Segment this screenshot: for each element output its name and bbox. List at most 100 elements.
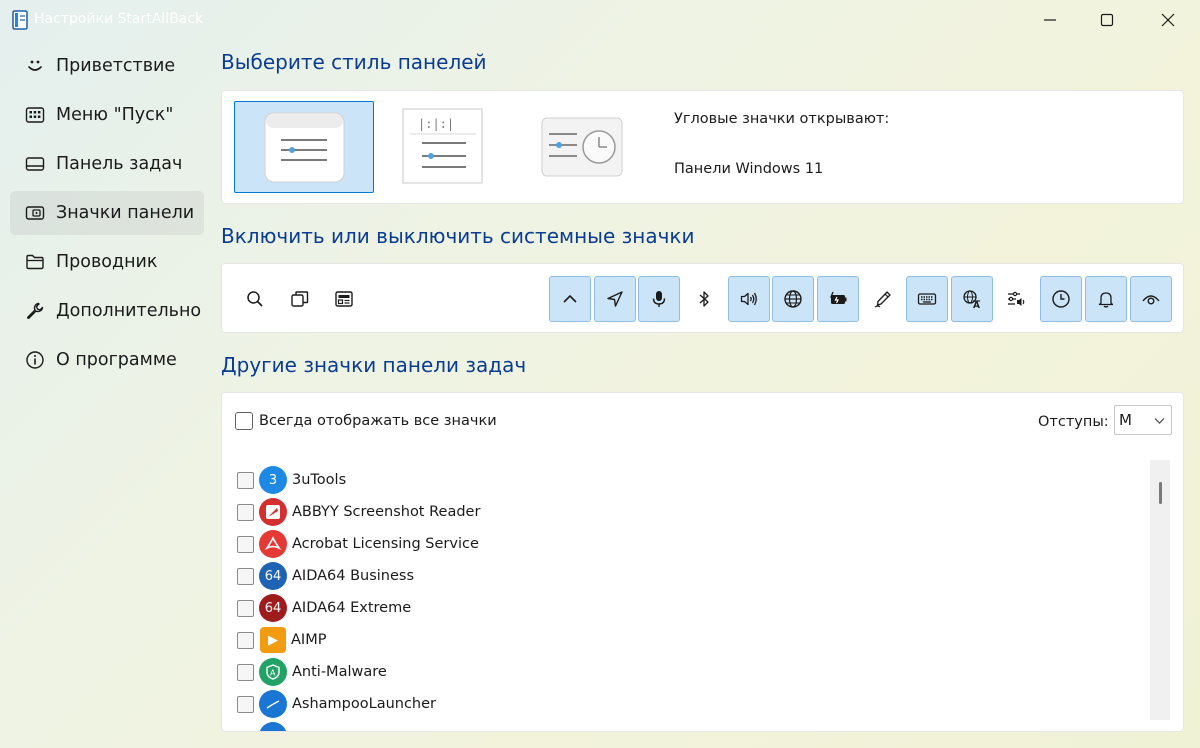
sidebar-item-tray-icons[interactable]: Значки панели [10, 191, 204, 235]
list-item: ABBYY Screenshot Reader [237, 496, 1137, 528]
win7-panel-preview-icon: |:|:| [402, 108, 483, 184]
app-icon-list: 3 3uTools ABBYY Screenshot Reader Acroba… [237, 464, 1137, 731]
minimize-icon [1044, 19, 1056, 21]
app-name: AIDA64 Business [292, 568, 415, 584]
app-name: AshampooLauncher [292, 696, 437, 712]
microphone-icon[interactable] [638, 276, 680, 322]
sidebar-item-label: Дополнительно [56, 301, 202, 321]
app-checkbox[interactable] [237, 471, 254, 489]
list-item: ▶ AIMP [237, 624, 1137, 656]
pen-icon[interactable] [862, 276, 904, 322]
corner-icons-value[interactable]: Панели Windows 11 [674, 161, 823, 177]
folder-icon [24, 251, 46, 273]
eye-icon[interactable] [1130, 276, 1172, 322]
maximize-icon [1100, 13, 1114, 27]
audio-settings-icon[interactable] [995, 276, 1037, 322]
sidebar-item-start-menu[interactable]: Меню "Пуск" [10, 93, 204, 137]
app-name: Acrobat Licensing Service [292, 536, 479, 552]
abbyy-screenshot-icon [259, 498, 287, 526]
always-show-label: Всегда отображать все значки [259, 413, 497, 429]
maximize-button[interactable] [1084, 0, 1130, 40]
win11-panel-preview-icon [264, 112, 345, 183]
sidebar-item-about[interactable]: О программе [10, 338, 204, 382]
other-icons-card: Всегда отображать все значки Отступы: M … [221, 392, 1184, 732]
panel-style-option-win7[interactable]: |:|:| [392, 101, 532, 193]
system-icons-title: Включить или выключить системные значки [221, 224, 695, 248]
sidebar-item-label: О программе [56, 350, 177, 370]
app-checkbox[interactable] [237, 599, 254, 617]
aida64-business-icon: 64 [259, 562, 287, 590]
bell-icon[interactable] [1085, 276, 1127, 322]
volume-icon[interactable] [728, 276, 770, 322]
chevron-up-icon[interactable] [549, 276, 591, 322]
wrench-icon [24, 300, 46, 322]
sidebar-nav: Приветствие Меню "Пуск" Панель задач Зна… [10, 44, 204, 387]
sidebar-item-taskbar[interactable]: Панель задач [10, 142, 204, 186]
sidebar-item-label: Значки панели [56, 203, 195, 223]
language-icon[interactable]: A [951, 276, 993, 322]
clock-icon[interactable] [1040, 276, 1082, 322]
app-name: AIMP [291, 632, 327, 648]
sidebar-item-welcome[interactable]: Приветствие [10, 44, 204, 88]
indent-select[interactable]: M [1114, 405, 1172, 435]
scrollbar-thumb[interactable] [1159, 482, 1162, 504]
app-checkbox[interactable] [237, 567, 254, 585]
app-checkbox[interactable] [237, 695, 254, 713]
app-name: 3uTools [292, 472, 347, 488]
sidebar-item-label: Меню "Пуск" [56, 105, 174, 125]
widgets-icon[interactable] [323, 276, 365, 322]
indent-select-value: M [1119, 411, 1132, 429]
network-globe-icon[interactable] [772, 276, 814, 322]
list-item: AshampooLauncher [237, 688, 1137, 720]
list-scrollbar[interactable] [1150, 460, 1170, 720]
start-menu-icon [24, 104, 46, 126]
app-checkbox[interactable] [237, 631, 254, 649]
list-item: 3 3uTools [237, 464, 1137, 496]
always-show-all-toggle[interactable]: Всегда отображать все значки [235, 412, 497, 430]
always-show-checkbox[interactable] [235, 412, 253, 430]
svg-text:A: A [973, 301, 980, 309]
list-item: Acrobat Licensing Service [237, 528, 1137, 560]
minimize-button[interactable] [1027, 0, 1073, 40]
close-button[interactable] [1145, 0, 1191, 40]
sidebar-item-label: Приветствие [56, 56, 176, 76]
battery-charging-icon[interactable] [817, 276, 859, 322]
list-item: 64 AIDA64 Extreme [237, 592, 1137, 624]
win10-panel-preview-icon [541, 117, 623, 177]
anti-malware-icon: A [259, 658, 287, 686]
close-icon [1161, 13, 1175, 27]
smiley-icon [24, 55, 46, 77]
panel-style-option-win10[interactable] [532, 101, 672, 193]
aimp-icon: ▶ [260, 627, 286, 653]
svg-text:A: A [270, 669, 276, 678]
panel-style-option-win11[interactable] [234, 101, 374, 193]
app-checkbox[interactable] [237, 503, 254, 521]
system-icons-card: A [221, 263, 1184, 333]
app-name: Anti-Malware [292, 664, 387, 680]
bluetooth-icon[interactable] [683, 276, 725, 322]
sidebar-item-label: Панель задач [56, 154, 183, 174]
keyboard-icon[interactable] [906, 276, 948, 322]
ashampoo-launcher-icon [259, 690, 287, 718]
chevron-down-icon [1154, 418, 1165, 424]
window-title: Настройки StartAllBack [34, 11, 204, 27]
list-item [237, 720, 1137, 731]
indent-label: Отступы: [1038, 414, 1109, 430]
tray-icons-icon [24, 202, 46, 224]
app-checkbox[interactable] [237, 535, 254, 553]
svg-text:|:|:|: |:|:| [418, 117, 454, 131]
panel-style-card: |:|:| Угловые значки открывают: Панели W… [221, 90, 1184, 204]
info-icon [24, 349, 46, 371]
list-item: A Anti-Malware [237, 656, 1137, 688]
app-icon-partial [259, 722, 287, 731]
app-name: AIDA64 Extreme [292, 600, 412, 616]
sidebar-item-label: Проводник [56, 252, 158, 272]
app-logo-icon [12, 10, 28, 30]
task-view-icon[interactable] [279, 276, 321, 322]
search-icon[interactable] [234, 276, 276, 322]
other-icons-title: Другие значки панели задач [221, 353, 527, 377]
sidebar-item-advanced[interactable]: Дополнительно [10, 289, 204, 333]
sidebar-item-explorer[interactable]: Проводник [10, 240, 204, 284]
app-checkbox[interactable] [237, 663, 254, 681]
location-icon[interactable] [594, 276, 636, 322]
